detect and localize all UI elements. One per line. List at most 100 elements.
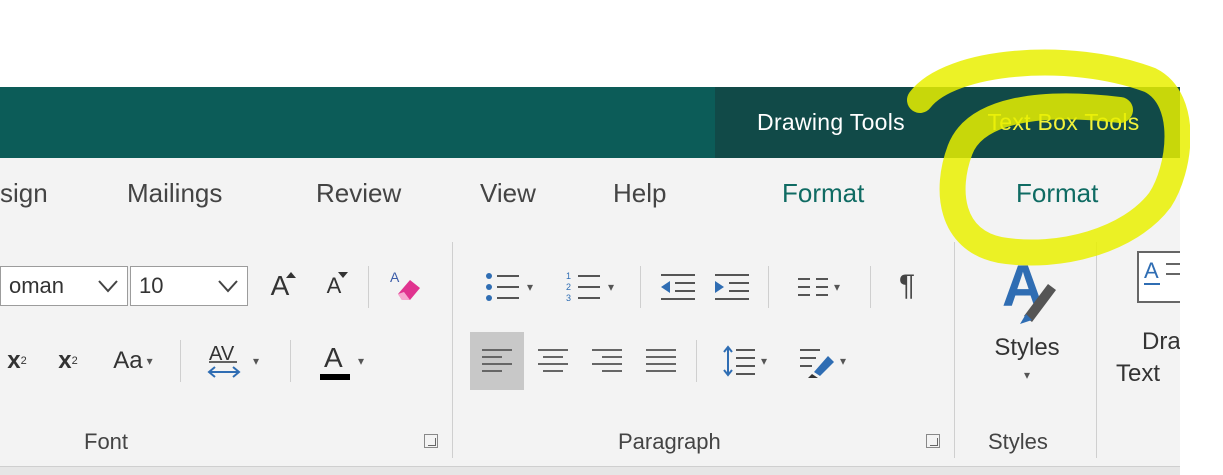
character-spacing-icon: AV <box>207 343 241 378</box>
font-name-value: oman <box>9 273 65 298</box>
subscript-label: x <box>7 347 21 374</box>
line-spacing-button[interactable]: ▾ <box>708 336 780 386</box>
align-left-button[interactable] <box>470 332 524 390</box>
increase-indent-icon <box>715 274 749 300</box>
text-box-tools-label: Text Box Tools <box>987 109 1140 135</box>
tab-mailings[interactable]: Mailings <box>127 178 222 209</box>
font-group-label: Font <box>84 429 129 454</box>
svg-text:1: 1 <box>566 271 571 281</box>
font-color-label: A <box>323 342 343 373</box>
font-name-combo[interactable]: oman <box>0 266 128 306</box>
tab-format-textbox[interactable]: Format <box>1016 178 1098 209</box>
styles-button-label: Styles <box>994 334 1060 361</box>
divider <box>870 266 871 308</box>
tab-design[interactable]: sign <box>0 178 48 209</box>
svg-text:A: A <box>390 269 400 285</box>
ribbon-tabs: sign Mailings Review View Help Format Fo… <box>0 158 1180 236</box>
align-left-icon <box>482 349 512 372</box>
subscript-button[interactable]: x2 <box>0 340 34 382</box>
tab-help[interactable]: Help <box>613 178 666 209</box>
paragraph-group-label: Paragraph <box>618 429 721 454</box>
divider <box>696 340 697 382</box>
dropdown-arrow-icon[interactable]: ▾ <box>527 280 533 294</box>
tab-format-drawing[interactable]: Format <box>782 178 864 209</box>
font-dialog-launcher-icon[interactable] <box>424 434 438 448</box>
group-divider <box>452 242 453 458</box>
dropdown-arrow-icon[interactable]: ▾ <box>834 280 840 294</box>
justify-button[interactable] <box>636 336 686 386</box>
text-box-icon: A <box>1137 251 1180 303</box>
styles-button[interactable]: A Styles ▾ <box>972 250 1082 426</box>
change-case-label: Aa <box>113 347 143 374</box>
justify-icon <box>646 349 676 372</box>
superscript-button[interactable]: x2 <box>48 340 88 382</box>
bullet-list-icon <box>485 273 519 301</box>
numbering-button[interactable]: 1 2 3 ▾ <box>554 264 626 310</box>
styles-icon: A <box>1002 254 1056 324</box>
font-color-icon: A <box>314 338 354 384</box>
divider <box>180 340 181 382</box>
decrease-indent-icon <box>661 274 695 300</box>
eraser-icon: A <box>390 269 420 300</box>
chevron-down-icon[interactable] <box>97 277 119 295</box>
ribbon-body: oman 10 A A A x2 x2 Aa ▾ AV ▾ A ▾ Font ▾… <box>0 236 1180 466</box>
numbered-list-icon: 1 2 3 <box>566 271 600 303</box>
dropdown-arrow-icon[interactable]: ▾ <box>147 354 153 368</box>
text-box-tools-context: Text Box Tools <box>947 87 1180 158</box>
tab-review[interactable]: Review <box>316 178 401 209</box>
caret-down-icon <box>338 272 348 278</box>
divider <box>640 266 641 308</box>
align-center-button[interactable] <box>528 336 578 386</box>
align-right-button[interactable] <box>582 336 632 386</box>
draw-text-box-label-line1: Dra <box>1142 328 1180 355</box>
group-divider <box>954 242 955 458</box>
pilcrow-icon: ¶ <box>898 269 916 302</box>
title-bar: Drawing Tools Text Box Tools <box>0 87 1180 158</box>
chevron-down-icon[interactable] <box>217 277 239 295</box>
svg-text:A: A <box>1144 258 1159 283</box>
paragraph-dialog-launcher-icon[interactable] <box>926 434 940 448</box>
divider <box>368 266 369 308</box>
shrink-font-button[interactable]: A <box>314 264 354 308</box>
dropdown-arrow-icon[interactable]: ▾ <box>840 354 846 368</box>
shading-icon <box>799 349 834 378</box>
decrease-indent-button[interactable] <box>652 264 702 310</box>
dropdown-arrow-icon[interactable]: ▾ <box>358 354 364 368</box>
superscript-mark: 2 <box>71 355 78 367</box>
caret-up-icon <box>286 272 296 278</box>
ruler-strip <box>0 466 1180 475</box>
font-color-button[interactable]: A ▾ <box>304 336 374 386</box>
group-divider <box>1096 242 1097 458</box>
drawing-tools-label: Drawing Tools <box>757 109 905 135</box>
bullets-button[interactable]: ▾ <box>474 264 544 310</box>
subscript-mark: 2 <box>20 355 27 367</box>
font-color-swatch <box>319 374 350 380</box>
svg-text:3: 3 <box>566 293 571 303</box>
font-size-combo[interactable]: 10 <box>130 266 248 306</box>
clear-formatting-button[interactable]: A <box>380 262 428 310</box>
show-formatting-button[interactable]: ¶ <box>884 262 930 310</box>
document-area-top <box>0 0 1180 87</box>
dropdown-arrow-icon[interactable]: ▾ <box>761 354 767 368</box>
window-edge <box>1180 0 1223 475</box>
change-case-button[interactable]: Aa ▾ <box>100 340 166 382</box>
align-right-icon <box>592 349 622 372</box>
columns-icon <box>797 278 828 296</box>
drawing-tools-context: Drawing Tools <box>715 87 947 158</box>
styles-group-label: Styles <box>988 429 1048 454</box>
divider <box>290 340 291 382</box>
increase-indent-button[interactable] <box>706 264 756 310</box>
columns-button[interactable]: ▾ <box>780 264 856 310</box>
dropdown-arrow-icon[interactable]: ▾ <box>253 354 259 368</box>
draw-text-box-label-line2: Text <box>1116 360 1161 387</box>
line-spacing-icon <box>723 345 755 377</box>
shading-button[interactable]: ▾ <box>786 336 858 386</box>
character-spacing-button[interactable]: AV ▾ <box>194 336 268 386</box>
draw-text-box-button[interactable]: A Dra Text <box>1116 250 1180 410</box>
grow-font-button[interactable]: A <box>258 264 302 308</box>
font-size-value: 10 <box>139 273 164 298</box>
tab-view[interactable]: View <box>480 178 536 209</box>
align-center-icon <box>538 349 568 372</box>
dropdown-arrow-icon[interactable]: ▾ <box>1024 368 1030 382</box>
dropdown-arrow-icon[interactable]: ▾ <box>608 280 614 294</box>
